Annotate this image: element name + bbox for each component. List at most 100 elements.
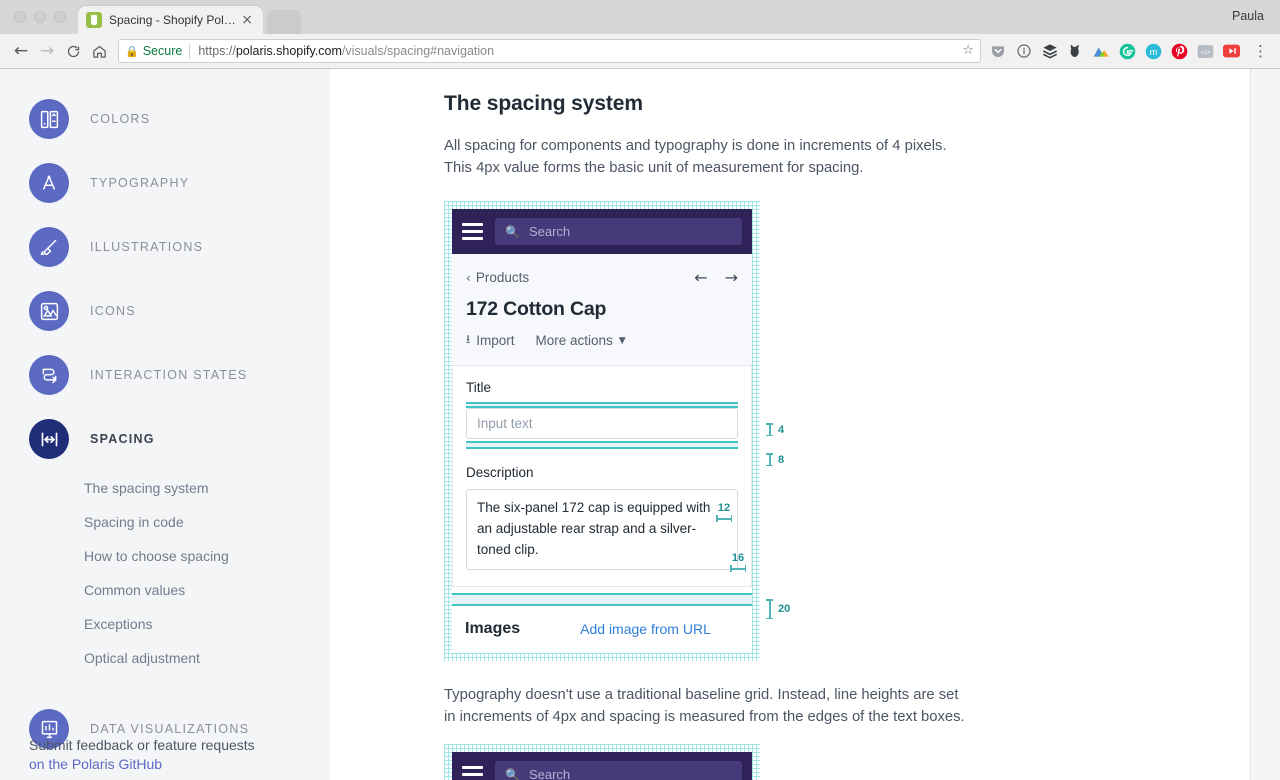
mock-page-body: ‹ Products ← → 172 Cotton Cap ⭳ Import M… [452,254,752,365]
sidebar-item-colors[interactable]: Colors [0,87,330,151]
sidebar-item-label: Spacing [90,432,155,446]
description-value: The six-panel 172 cap is equipped with a… [477,500,711,557]
title-field-label: Title [466,380,492,395]
hamburger-icon[interactable] [462,223,483,240]
tab-strip: Spacing - Shopify Polaris × Paula [0,0,1280,34]
subnav-item-optical-adjustment[interactable]: Optical adjustment [84,641,330,675]
action-bar: ⭳ Import More actions ▼ [466,330,738,365]
subnav-item-common-values[interactable]: Common values [84,573,330,607]
omnibox-divider [189,43,191,59]
pinterest-icon[interactable] [1171,43,1188,60]
code-icon[interactable]: </> [1197,43,1214,60]
prev-arrow-icon[interactable]: ← [694,268,707,287]
browser-menu-icon[interactable]: ⋮ [1253,42,1268,60]
more-actions-button[interactable]: More actions ▼ [535,333,625,348]
grammarly-icon[interactable] [1119,43,1136,60]
add-image-from-url-link[interactable]: Add image from URL [580,621,711,637]
spacing-arrows-icon [29,419,69,459]
browser-window: Spacing - Shopify Polaris × Paula ← → 🔒 … [0,0,1280,780]
profile-name[interactable]: Paula [1232,9,1264,23]
spacing-diagram: 🔍 Search ‹ Products ← → 172 Cotton Cap ⭳… [444,201,790,661]
info-icon[interactable] [1015,43,1032,60]
page-scrollbar[interactable] [1250,69,1280,780]
feedback-text: Submit feedback or feature requests [29,737,255,753]
url-scheme: https:// [198,44,236,58]
mock-product-page: 🔍 Search ‹ Products ← → 172 Cotton Cap ⭳… [452,209,752,653]
owl-icon[interactable] [1067,43,1084,60]
measurement-value: 16 [731,552,745,564]
description-textarea[interactable]: The six-panel 172 cap is equipped with a… [466,489,738,570]
forward-icon[interactable]: → [34,38,60,64]
subnav-item-how-to-choose-spacing[interactable]: How to choose spacing [84,539,330,573]
browser-toolbar: ← → 🔒 Secure https:// polaris.shopify.co… [0,34,1280,69]
letter-a-icon [29,163,69,203]
close-window-button[interactable] [14,11,26,23]
spacing-band-8 [466,441,738,449]
layers-icon[interactable] [1041,43,1058,60]
secure-label: Secure [142,44,183,58]
close-icon[interactable]: × [239,13,255,27]
home-icon[interactable] [86,38,112,64]
subnav-item-the-spacing-system[interactable]: The spacing system [84,471,330,505]
sidebar-item-typography[interactable]: Typography [0,151,330,215]
typography-paragraph: Typography doesn't use a traditional bas… [444,687,965,725]
measurement-value: 8 [778,453,785,466]
ibeam-horizontal-icon [716,515,732,522]
search-placeholder: Search [528,767,571,780]
spacing-band-20 [452,593,752,606]
color-swatch-icon [29,99,69,139]
pocket-icon[interactable] [989,43,1006,60]
mock-search-input-secondary[interactable]: 🔍 Search [495,761,742,780]
cursor-states-icon [29,355,69,395]
feedback-link[interactable]: on the Polaris GitHub [29,756,162,772]
hamburger-icon[interactable] [462,766,483,780]
description-field-label: Description [466,465,534,480]
sidebar-item-illustrations[interactable]: Illustrations [0,215,330,279]
ibeam-vertical-icon [766,599,773,619]
mountain-icon[interactable] [1093,43,1110,60]
subnav-item-exceptions[interactable]: Exceptions [84,607,330,641]
sidebar-item-icons[interactable]: Icons [0,279,330,343]
svg-text:</>: </> [1201,49,1210,56]
momentum-icon[interactable]: m [1145,43,1162,60]
next-arrow-icon[interactable]: → [725,268,738,287]
mock-search-input[interactable]: 🔍 Search [495,218,742,245]
browser-tab[interactable]: Spacing - Shopify Polaris × [78,6,263,34]
more-actions-label: More actions [535,333,613,348]
page-title: The spacing system [444,92,643,115]
page-body: Colors Typography Illustrations [0,69,1280,780]
maximize-window-button[interactable] [54,11,66,23]
measurement-value: 20 [778,603,791,615]
spacing-diagram-secondary: 🔍 Search [444,744,760,780]
back-icon[interactable]: ← [8,38,34,64]
image-shapes-icon [29,291,69,331]
svg-text:m: m [1150,47,1158,57]
sidebar-item-spacing[interactable]: Spacing [0,407,330,471]
intro-paragraph: All spacing for components and typograph… [444,138,947,176]
product-title: 172 Cotton Cap [466,298,607,320]
reload-icon[interactable] [60,38,86,64]
shopify-bag-icon [86,12,102,28]
extension-toolbar: m </> ⋮ [989,42,1272,60]
measurement-16: 16 [730,552,746,572]
import-button[interactable]: ⭳ Import [466,330,514,351]
subnav-item-spacing-in-code[interactable]: Spacing in code [84,505,330,539]
sidebar-item-label: Typography [90,176,190,190]
bookmark-star-icon[interactable]: ☆ [962,43,974,58]
sidebar-item-interaction-states[interactable]: Interaction States [0,343,330,407]
import-label: Import [476,333,515,348]
breadcrumb[interactable]: ‹ Products [466,270,529,285]
tab-title: Spacing - Shopify Polaris [109,13,240,27]
minimize-window-button[interactable] [34,11,46,23]
window-controls [0,11,66,34]
main-content: The spacing system All spacing for compo… [330,69,1280,780]
address-bar[interactable]: 🔒 Secure https:// polaris.shopify.com /v… [118,39,981,63]
mock-topbar: 🔍 Search [452,209,752,254]
mock-topbar-secondary: 🔍 Search [452,752,752,780]
lock-icon: 🔒 [125,44,139,58]
title-input[interactable]: Input text [466,408,738,439]
new-tab-button[interactable] [266,10,302,34]
sidebar-subnav: The spacing system Spacing in code How t… [0,471,330,675]
youtube-icon[interactable] [1223,43,1240,60]
measurement-12: 12 [716,502,732,522]
